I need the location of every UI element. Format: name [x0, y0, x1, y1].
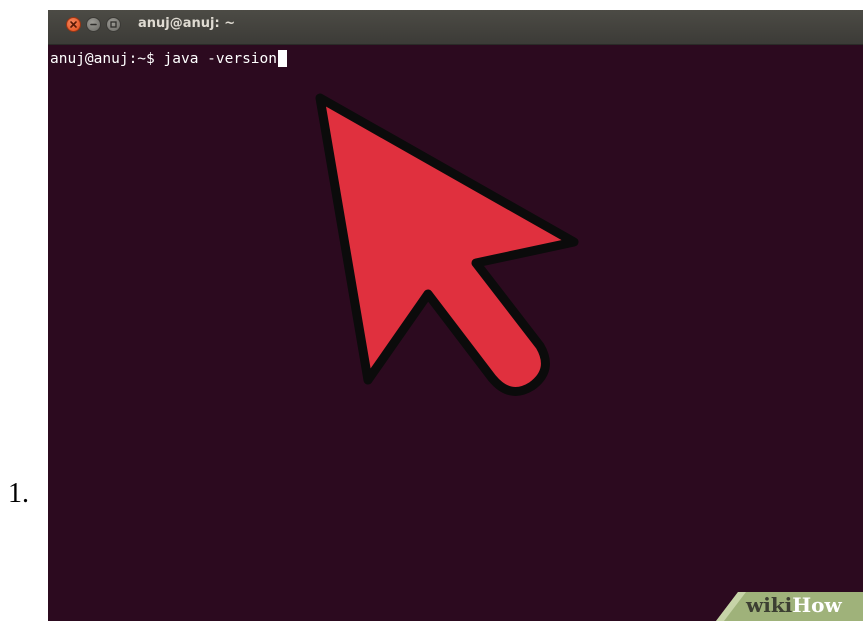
window-title: anuj@anuj: ~: [138, 16, 236, 31]
watermark-wiki: wiki: [746, 593, 793, 617]
watermark-text: wikiHow: [746, 593, 842, 617]
watermark-how: How: [792, 593, 842, 617]
maximize-icon: [110, 21, 117, 28]
close-icon: [70, 21, 77, 28]
command-line[interactable]: anuj@anuj:~$ java -version: [50, 50, 287, 67]
close-button[interactable]: [66, 17, 81, 32]
maximize-button[interactable]: [106, 17, 121, 32]
typed-command: java -version: [163, 50, 278, 67]
title-bar[interactable]: anuj@anuj: ~: [48, 10, 863, 45]
list-number: 1.: [8, 478, 29, 509]
wikihow-watermark: wikiHow: [716, 592, 863, 621]
shell-prompt: anuj@anuj:~$: [50, 50, 164, 67]
minimize-icon: [90, 23, 97, 26]
pointer-arrow-icon: [315, 93, 579, 396]
text-cursor: [278, 50, 287, 67]
minimize-button[interactable]: [86, 17, 101, 32]
terminal-window[interactable]: anuj@anuj: ~ anuj@anuj:~$ java -version …: [48, 10, 863, 621]
